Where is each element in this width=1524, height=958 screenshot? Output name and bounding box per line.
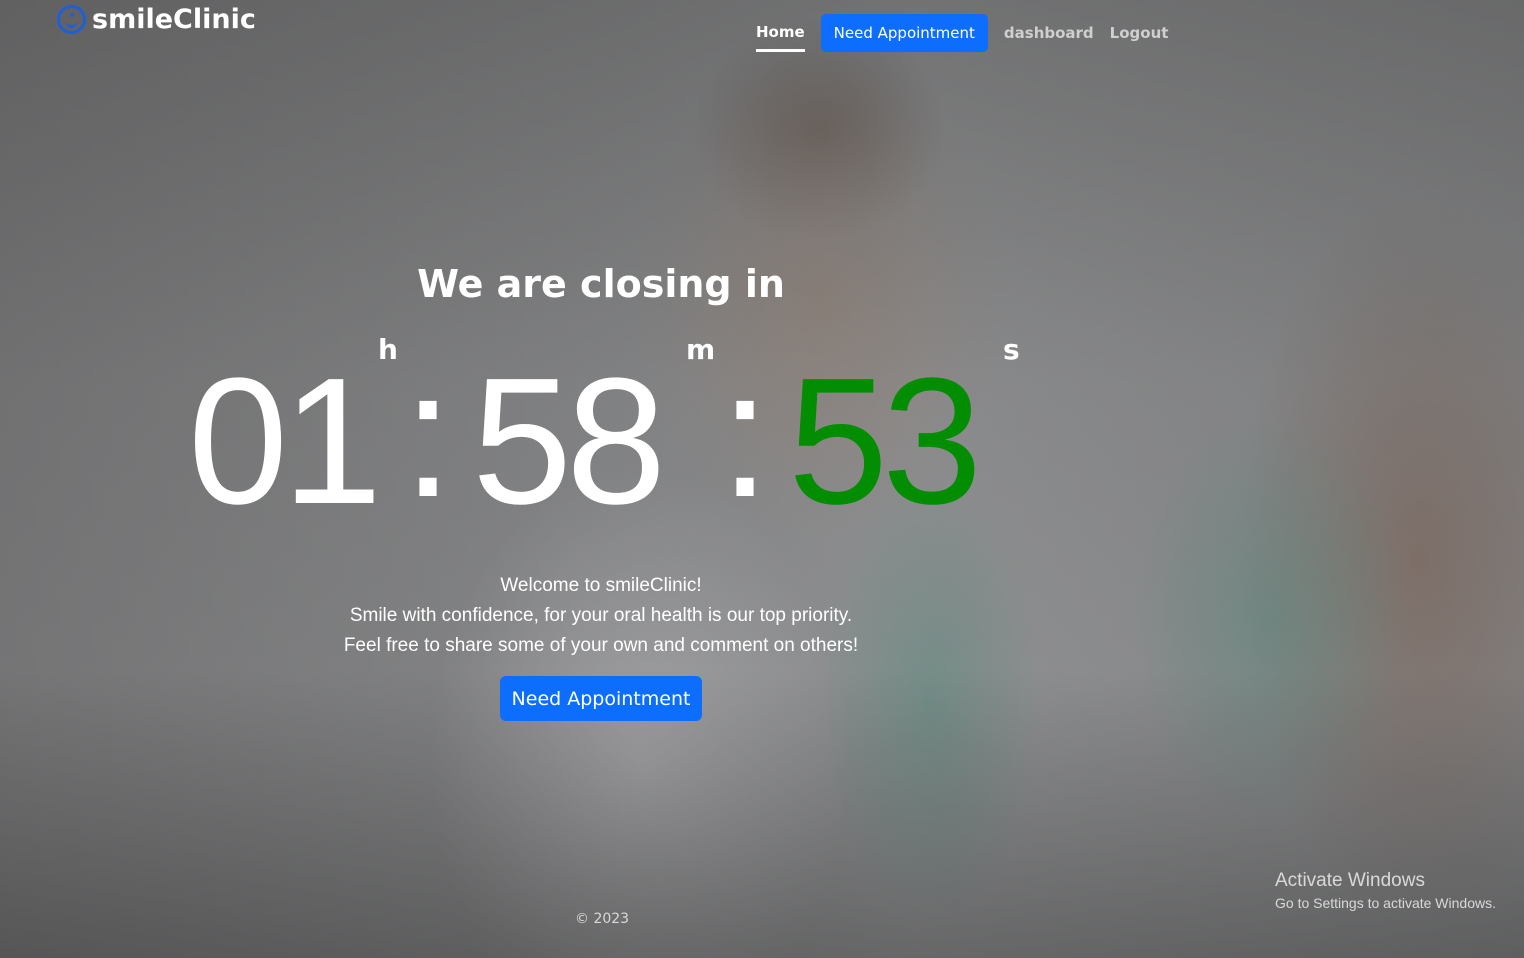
countdown-hours: 01 [188,341,382,542]
nav-home-link[interactable]: Home [756,13,805,52]
brand-logo-link[interactable]: smileClinic [57,4,256,35]
minutes-unit-label: m [686,333,716,366]
watermark-title: Activate Windows [1275,870,1425,891]
footer-copyright: © 2023 [575,911,630,927]
countdown-minutes: 58 [472,341,666,542]
welcome-line-1: Welcome to smileClinic! [500,575,702,596]
countdown-separator: : [403,334,454,535]
countdown-separator: : [720,334,771,535]
countdown-heading: We are closing in [417,262,785,306]
welcome-text: Welcome to smileClinic! Smile with confi… [0,571,1202,661]
welcome-line-3: Feel free to share some of your own and … [343,635,859,656]
nav-logout-link[interactable]: Logout [1110,24,1169,42]
seconds-unit-label: s [1003,333,1020,366]
activate-windows-watermark: Activate Windows Go to Settings to activ… [1275,870,1496,911]
welcome-line-2: Smile with confidence, for your oral hea… [349,605,853,626]
hours-unit-label: h [378,333,398,366]
hero-need-appointment-button[interactable]: Need Appointment [500,676,702,721]
nav-need-appointment-button[interactable]: Need Appointment [820,13,988,52]
nav-dashboard-link[interactable]: dashboard [1004,24,1094,42]
smile-icon [57,5,86,34]
brand-name: smileClinic [92,4,256,35]
watermark-subtitle: Go to Settings to activate Windows. [1275,895,1496,911]
main-nav: Home Need Appointment dashboard Logout [756,13,1184,52]
countdown-seconds: 53 [788,341,982,542]
